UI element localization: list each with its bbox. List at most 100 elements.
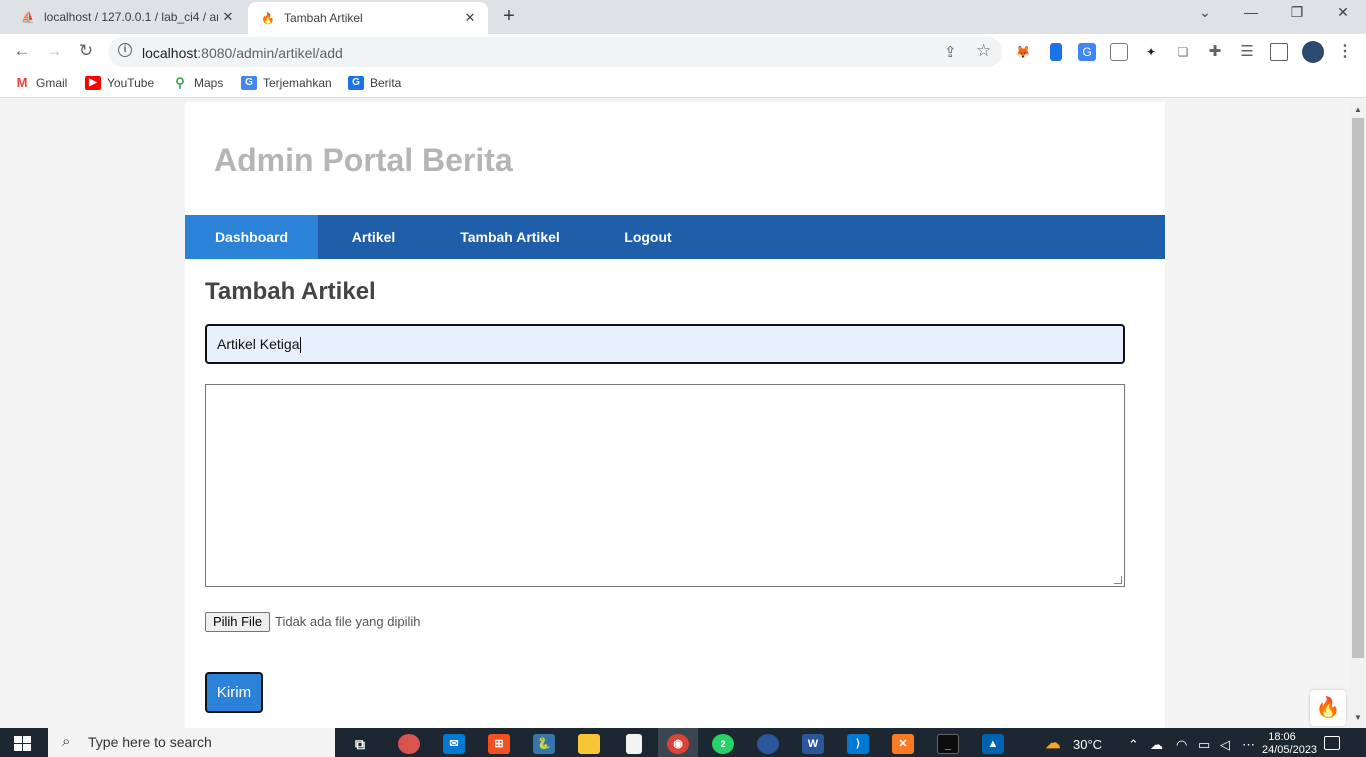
bookmark-berita[interactable]: G Berita bbox=[348, 76, 401, 90]
side-panel-icon[interactable] bbox=[1270, 43, 1288, 61]
codeigniter-flame-icon: 🔥 bbox=[261, 12, 275, 25]
wifi-icon[interactable]: ◠ bbox=[1176, 737, 1187, 753]
reload-icon[interactable]: ↻ bbox=[74, 41, 98, 63]
submit-button[interactable]: Kirim bbox=[205, 672, 263, 713]
whatsapp-icon[interactable]: 2 bbox=[712, 734, 734, 754]
profile-avatar[interactable] bbox=[1302, 41, 1324, 63]
file-explorer-icon[interactable] bbox=[578, 734, 600, 754]
page-container: Admin Portal Berita Dashboard Artikel Ta… bbox=[185, 102, 1165, 728]
vscode-icon[interactable]: ⟩ bbox=[847, 734, 869, 754]
bookmark-label: Maps bbox=[194, 76, 224, 90]
page-title: Tambah Artikel bbox=[205, 278, 376, 305]
new-tab-button[interactable]: + bbox=[498, 5, 520, 28]
youtube-icon: ▶ bbox=[85, 76, 101, 90]
text-caret bbox=[300, 337, 302, 354]
terminal-icon[interactable]: _ bbox=[937, 734, 959, 754]
xampp-icon[interactable]: ✕ bbox=[892, 734, 914, 754]
bookmark-youtube[interactable]: ▶ YouTube bbox=[85, 76, 154, 90]
nav-dashboard[interactable]: Dashboard bbox=[185, 215, 318, 259]
phpmyadmin-icon: ⛵ bbox=[21, 11, 35, 24]
url-text[interactable]: localhost:8080/admin/artikel/add bbox=[142, 45, 343, 61]
close-tab-icon[interactable]: ✕ bbox=[460, 10, 480, 26]
extension-stack-icon[interactable]: ❏ bbox=[1174, 43, 1192, 61]
extension-bird-icon[interactable]: ✦ bbox=[1142, 43, 1160, 61]
language-icon[interactable]: ⋯ bbox=[1242, 737, 1255, 753]
bookmark-star-icon[interactable]: ☆ bbox=[976, 41, 991, 61]
address-bar[interactable]: i localhost:8080/admin/artikel/add ⇪ ☆ bbox=[108, 37, 1002, 67]
extension-doc-icon[interactable] bbox=[1050, 43, 1062, 61]
browser-toolbar: ← → ↻ i localhost:8080/admin/artikel/add… bbox=[0, 34, 1366, 70]
volume-icon[interactable]: ◁ bbox=[1220, 737, 1230, 753]
bookmark-label: Berita bbox=[370, 76, 402, 90]
bookmark-maps[interactable]: ⚲ Maps bbox=[172, 76, 223, 90]
nav-tambah-artikel[interactable]: Tambah Artikel bbox=[429, 215, 591, 259]
weather-icon[interactable]: ☁ bbox=[1042, 734, 1064, 754]
tab-tambah-artikel[interactable]: 🔥 Tambah Artikel ✕ bbox=[248, 2, 488, 34]
nav-artikel[interactable]: Artikel bbox=[318, 215, 429, 259]
windows-start-icon[interactable] bbox=[14, 736, 32, 752]
taskbar-search-box[interactable]: ⌕ Type here to search bbox=[48, 728, 335, 757]
bookmark-gmail[interactable]: M Gmail bbox=[14, 76, 67, 90]
taskbar-clock[interactable]: 18:06 24/05/2023 bbox=[1262, 731, 1318, 757]
mail-icon[interactable]: ✉ bbox=[443, 734, 465, 754]
extensions-puzzle-icon[interactable]: ✚ bbox=[1206, 43, 1224, 61]
choose-file-button[interactable]: Pilih File bbox=[205, 612, 270, 632]
photos-icon[interactable]: ▲ bbox=[982, 734, 1004, 754]
notepad-icon[interactable] bbox=[626, 734, 642, 754]
bookmarks-bar: M Gmail ▶ YouTube ⚲ Maps G Terjemahkan G… bbox=[0, 70, 1366, 98]
codeigniter-debug-toolbar-icon[interactable]: 🔥 bbox=[1310, 690, 1346, 726]
menu-kebab-icon[interactable]: ⋮ bbox=[1336, 43, 1354, 61]
extension-image-icon[interactable] bbox=[1110, 43, 1128, 61]
share-icon[interactable]: ⇪ bbox=[944, 43, 957, 61]
word-icon[interactable]: W bbox=[802, 734, 824, 754]
notification-center-icon[interactable] bbox=[1324, 736, 1340, 750]
bookmark-terjemahkan[interactable]: G Terjemahkan bbox=[241, 76, 332, 90]
maps-icon: ⚲ bbox=[172, 76, 188, 90]
main-nav: Dashboard Artikel Tambah Artikel Logout bbox=[185, 215, 1165, 259]
tab-search-dropdown-icon[interactable]: ⌄ bbox=[1182, 4, 1228, 21]
whatsapp-badge: 2 bbox=[720, 739, 726, 749]
title-input-value: Artikel Ketiga bbox=[217, 336, 300, 352]
bookmark-label: YouTube bbox=[107, 76, 155, 90]
windows-taskbar: ⌕ Type here to search ⧉ ✉ ⊞ 🐍 ◉ 2 W ⟩ ✕ … bbox=[0, 728, 1366, 757]
page-scrollbar[interactable]: ▲ ▼ bbox=[1350, 102, 1366, 728]
tab-strip: ⛵ localhost / 127.0.0.1 / lab_ci4 / ar ✕… bbox=[0, 0, 1366, 34]
article-title-input[interactable]: Artikel Ketiga bbox=[205, 324, 1125, 364]
site-info-icon[interactable]: i bbox=[118, 43, 132, 57]
minimize-button[interactable]: — bbox=[1228, 4, 1274, 20]
reading-list-icon[interactable]: ☰ bbox=[1238, 43, 1256, 61]
search-icon: ⌕ bbox=[62, 733, 71, 750]
onedrive-icon[interactable]: ☁ bbox=[1150, 737, 1163, 753]
task-view-icon[interactable]: ⧉ bbox=[349, 734, 371, 754]
restore-button[interactable]: ❐ bbox=[1274, 4, 1320, 21]
scroll-down-icon[interactable]: ▼ bbox=[1354, 713, 1362, 722]
site-title: Admin Portal Berita bbox=[214, 142, 513, 178]
clock-date: 24/05/2023 bbox=[1262, 744, 1318, 756]
scroll-up-icon[interactable]: ▲ bbox=[1354, 105, 1362, 114]
google-translate-icon[interactable]: G bbox=[1078, 43, 1096, 61]
tab-title: Tambah Artikel bbox=[284, 11, 363, 25]
close-tab-icon[interactable]: ✕ bbox=[218, 9, 238, 25]
article-content-textarea[interactable] bbox=[205, 384, 1125, 587]
store-icon[interactable]: ⊞ bbox=[488, 734, 510, 754]
metamask-icon[interactable]: 🦊 bbox=[1014, 43, 1032, 61]
resize-grip-icon[interactable] bbox=[1114, 576, 1122, 584]
app-blue-icon[interactable] bbox=[757, 734, 779, 754]
battery-icon[interactable]: ▭ bbox=[1198, 737, 1210, 753]
back-icon[interactable]: ← bbox=[10, 41, 34, 63]
tab-phpmyadmin[interactable]: ⛵ localhost / 127.0.0.1 / lab_ci4 / ar ✕ bbox=[8, 0, 246, 34]
news-icon: G bbox=[348, 76, 364, 90]
app-paint-icon[interactable] bbox=[398, 734, 420, 754]
weather-temperature[interactable]: 30°C bbox=[1073, 737, 1102, 752]
python-icon[interactable]: 🐍 bbox=[533, 734, 555, 754]
close-window-button[interactable]: ✕ bbox=[1320, 4, 1366, 21]
forward-icon[interactable]: → bbox=[42, 41, 66, 63]
nav-logout[interactable]: Logout bbox=[591, 215, 705, 259]
file-status-text: Tidak ada file yang dipilih bbox=[275, 614, 421, 629]
scrollbar-thumb[interactable] bbox=[1352, 118, 1364, 658]
taskbar-search-placeholder: Type here to search bbox=[88, 734, 212, 750]
tray-chevron-icon[interactable]: ⌃ bbox=[1128, 737, 1139, 753]
bookmark-label: Gmail bbox=[36, 76, 68, 90]
tab-title: localhost / 127.0.0.1 / lab_ci4 / ar bbox=[44, 10, 218, 24]
chrome-icon[interactable]: ◉ bbox=[667, 734, 689, 754]
